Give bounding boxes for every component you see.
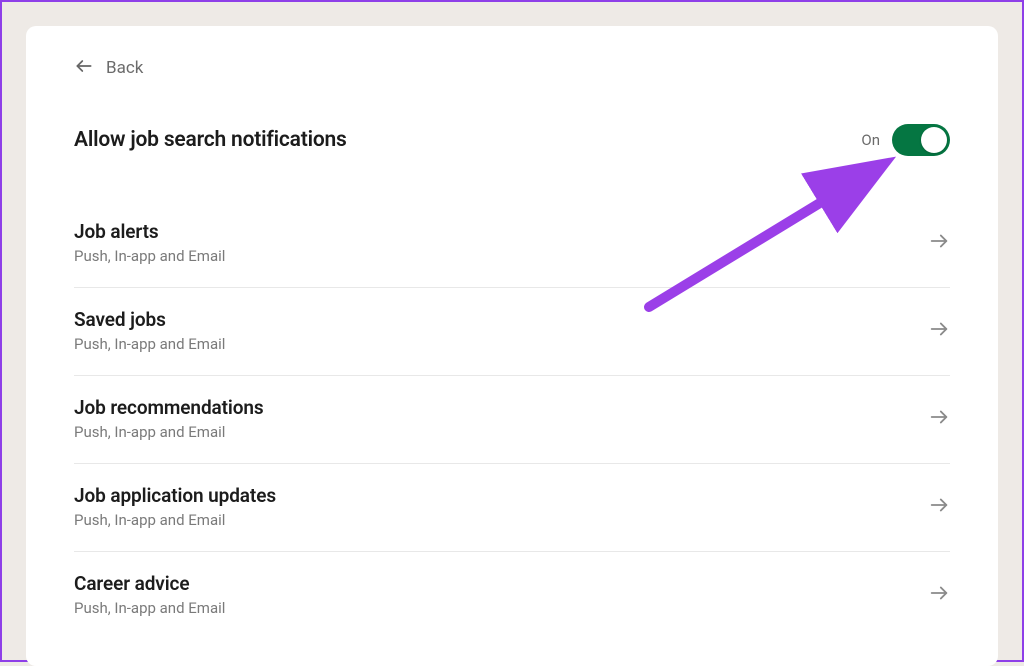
list-item-subtitle: Push, In-app and Email [74, 335, 225, 353]
settings-card: Back Allow job search notifications On J… [26, 26, 998, 666]
list-item-text: Saved jobs Push, In-app and Email [74, 308, 225, 353]
list-item-subtitle: Push, In-app and Email [74, 599, 225, 617]
arrow-right-icon [928, 230, 950, 256]
list-item-job-application-updates[interactable]: Job application updates Push, In-app and… [74, 464, 950, 552]
back-label: Back [106, 58, 143, 78]
list-item-title: Job recommendations [74, 396, 264, 419]
toggle-knob [921, 127, 947, 153]
list-item-title: Career advice [74, 572, 225, 595]
list-item-title: Job alerts [74, 220, 225, 243]
list-item-subtitle: Push, In-app and Email [74, 247, 225, 265]
arrow-right-icon [928, 582, 950, 608]
section-header-row: Allow job search notifications On [74, 124, 950, 156]
arrow-left-icon [74, 56, 94, 80]
back-button[interactable]: Back [74, 56, 143, 80]
list-item-text: Job application updates Push, In-app and… [74, 484, 276, 529]
list-item-text: Career advice Push, In-app and Email [74, 572, 225, 617]
arrow-right-icon [928, 318, 950, 344]
list-item-title: Saved jobs [74, 308, 225, 331]
allow-notifications-toggle[interactable] [892, 124, 950, 156]
list-item-text: Job alerts Push, In-app and Email [74, 220, 225, 265]
list-item-career-advice[interactable]: Career advice Push, In-app and Email [74, 552, 950, 639]
list-item-job-recommendations[interactable]: Job recommendations Push, In-app and Ema… [74, 376, 950, 464]
arrow-right-icon [928, 494, 950, 520]
toggle-status-label: On [861, 131, 880, 149]
list-item-saved-jobs[interactable]: Saved jobs Push, In-app and Email [74, 288, 950, 376]
list-item-job-alerts[interactable]: Job alerts Push, In-app and Email [74, 200, 950, 288]
list-item-subtitle: Push, In-app and Email [74, 423, 264, 441]
section-title: Allow job search notifications [74, 128, 347, 152]
arrow-right-icon [928, 406, 950, 432]
toggle-group: On [861, 124, 950, 156]
list-item-title: Job application updates [74, 484, 276, 507]
list-item-text: Job recommendations Push, In-app and Ema… [74, 396, 264, 441]
list-item-subtitle: Push, In-app and Email [74, 511, 276, 529]
